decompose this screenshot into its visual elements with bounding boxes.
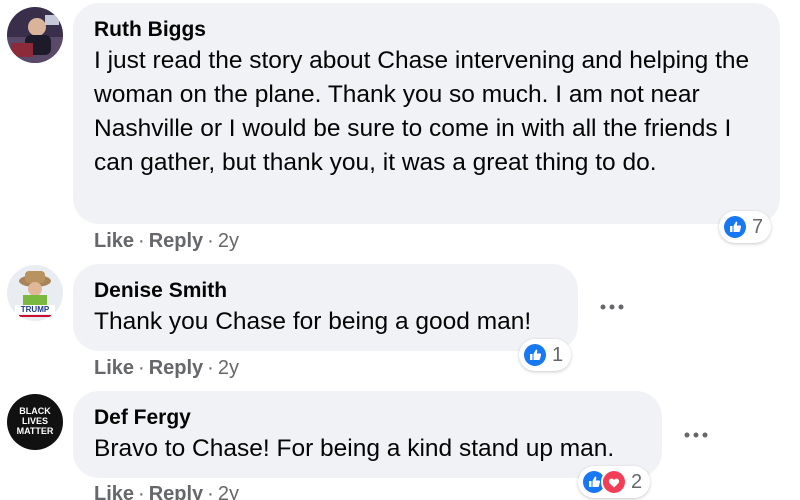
reply-link[interactable]: Reply	[149, 483, 203, 500]
separator: ·	[138, 357, 145, 379]
love-icon	[601, 469, 627, 495]
timestamp[interactable]: 2y	[218, 483, 239, 500]
avatar-photo: TRUMP	[7, 265, 63, 321]
timestamp[interactable]: 2y	[218, 230, 239, 252]
comment-text: I just read the story about Chase interv…	[94, 47, 750, 176]
avatar-def-fergy[interactable]: BLACK LIVES MATTER	[7, 394, 63, 450]
comment-author[interactable]: Denise Smith	[94, 278, 556, 304]
timestamp[interactable]: 2y	[218, 357, 239, 379]
reaction-summary[interactable]: 7	[719, 211, 772, 243]
like-link[interactable]: Like	[94, 357, 134, 379]
avatar-denise-smith[interactable]: TRUMP	[7, 265, 63, 321]
reply-link[interactable]: Reply	[149, 230, 203, 252]
separator: ·	[207, 483, 214, 500]
reaction-count: 7	[752, 215, 764, 238]
separator: ·	[207, 357, 214, 379]
reply-link[interactable]: Reply	[149, 357, 203, 379]
comments-section: Ruth Biggs I just read the story about C…	[0, 0, 800, 500]
avatar-blm-text: LIVES	[22, 416, 48, 426]
like-link[interactable]: Like	[94, 230, 134, 252]
comment-text: Thank you Chase for being a good man!	[94, 308, 532, 335]
comment-bubble: Denise Smith Thank you Chase for being a…	[73, 264, 578, 351]
reaction-summary[interactable]: 2	[578, 466, 651, 498]
reaction-count: 2	[631, 470, 643, 493]
more-options-button[interactable]	[592, 292, 632, 322]
avatar-blm-text: BLACK	[19, 406, 51, 416]
avatar-photo: BLACK LIVES MATTER	[7, 394, 63, 450]
avatar-photo	[7, 7, 63, 63]
like-icon	[722, 214, 748, 240]
comment-actions: Like · Reply · 2y	[94, 483, 239, 500]
separator: ·	[138, 230, 145, 252]
like-icon	[522, 342, 548, 368]
separator: ·	[138, 483, 145, 500]
comment-text: Bravo to Chase! For being a kind stand u…	[94, 435, 615, 462]
comment-bubble: Ruth Biggs I just read the story about C…	[73, 3, 780, 224]
more-icon	[600, 304, 624, 310]
reaction-summary[interactable]: 1	[519, 339, 572, 371]
more-icon	[684, 432, 708, 438]
comment-author[interactable]: Ruth Biggs	[94, 17, 758, 43]
separator: ·	[207, 230, 214, 252]
comment-actions: Like · Reply · 2y	[94, 230, 239, 253]
comment-author[interactable]: Def Fergy	[94, 405, 640, 431]
reaction-count: 1	[552, 343, 564, 366]
avatar-blm-text: MATTER	[17, 426, 54, 436]
avatar-sign-text: TRUMP	[21, 305, 50, 314]
comment-actions: Like · Reply · 2y	[94, 357, 239, 380]
more-options-button[interactable]	[676, 420, 716, 450]
like-link[interactable]: Like	[94, 483, 134, 500]
comment-bubble: Def Fergy Bravo to Chase! For being a ki…	[73, 391, 662, 478]
avatar-ruth-biggs[interactable]	[7, 7, 63, 63]
